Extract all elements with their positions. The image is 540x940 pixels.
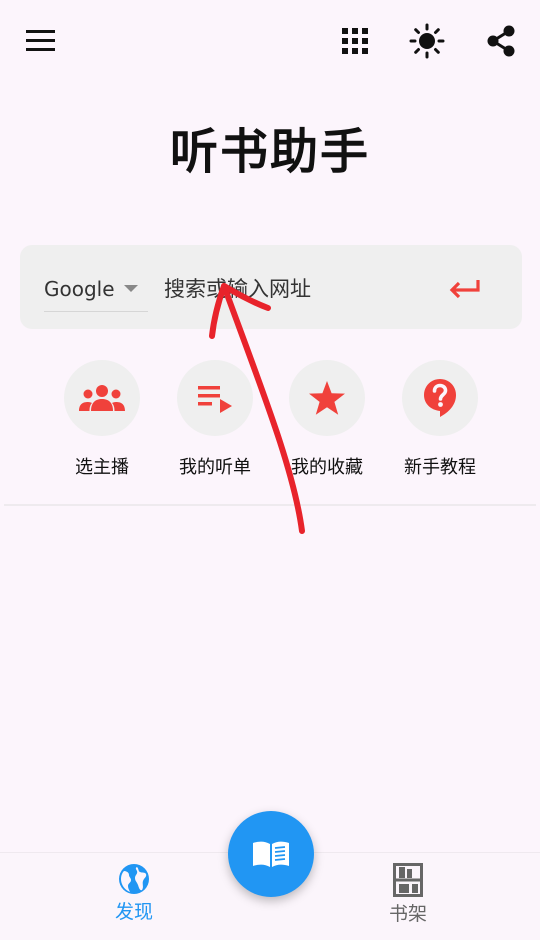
playlist-icon <box>198 386 232 413</box>
search-engine-label: Google <box>44 277 115 301</box>
menu-button[interactable] <box>21 21 61 61</box>
quick-actions: 选主播 我的听单 我的收藏 新手教程 <box>0 360 540 490</box>
caret-down-icon <box>124 285 138 292</box>
globe-icon <box>119 864 149 894</box>
quick-action-circle <box>64 360 140 436</box>
quick-action-select-anchor[interactable]: 选主播 <box>47 360 157 479</box>
search-input[interactable] <box>164 269 434 309</box>
share-icon <box>487 25 515 57</box>
search-engine-select[interactable]: Google <box>44 267 148 312</box>
app-title: 听书助手 <box>169 124 370 180</box>
search-card: Google <box>20 245 522 329</box>
nav-label-discover: 发现 <box>114 901 153 923</box>
top-app-bar <box>0 0 540 82</box>
quick-action-my-playlist[interactable]: 我的听单 <box>160 360 270 479</box>
nav-label-bookshelf: 书架 <box>388 903 427 925</box>
quick-action-tutorial[interactable]: 新手教程 <box>385 360 495 479</box>
help-icon <box>424 379 456 417</box>
bookshelf-icon <box>393 863 423 897</box>
quick-action-circle <box>402 360 478 436</box>
quick-action-label: 我的听单 <box>179 457 251 478</box>
quick-action-my-favorites[interactable]: 我的收藏 <box>272 360 382 479</box>
group-icon <box>79 385 125 411</box>
grid-icon <box>342 28 368 54</box>
theme-toggle-button[interactable] <box>407 21 447 61</box>
nav-item-bookshelf[interactable]: 书架 <box>348 863 468 926</box>
share-button[interactable] <box>481 21 521 61</box>
open-book-icon <box>253 841 289 867</box>
quick-action-circle <box>177 360 253 436</box>
read-book-fab[interactable] <box>228 811 314 897</box>
quick-action-label: 新手教程 <box>404 457 476 478</box>
section-divider <box>4 504 536 506</box>
apps-grid-button[interactable] <box>335 21 375 61</box>
quick-action-circle <box>289 360 365 436</box>
menu-icon <box>26 30 55 51</box>
enter-button[interactable] <box>444 271 484 307</box>
brightness-icon <box>409 23 445 59</box>
quick-action-label: 选主播 <box>75 457 129 478</box>
star-icon <box>309 381 345 415</box>
nav-item-discover[interactable]: 发现 <box>74 863 194 924</box>
quick-action-label: 我的收藏 <box>291 457 363 478</box>
enter-arrow-icon <box>449 280 480 299</box>
